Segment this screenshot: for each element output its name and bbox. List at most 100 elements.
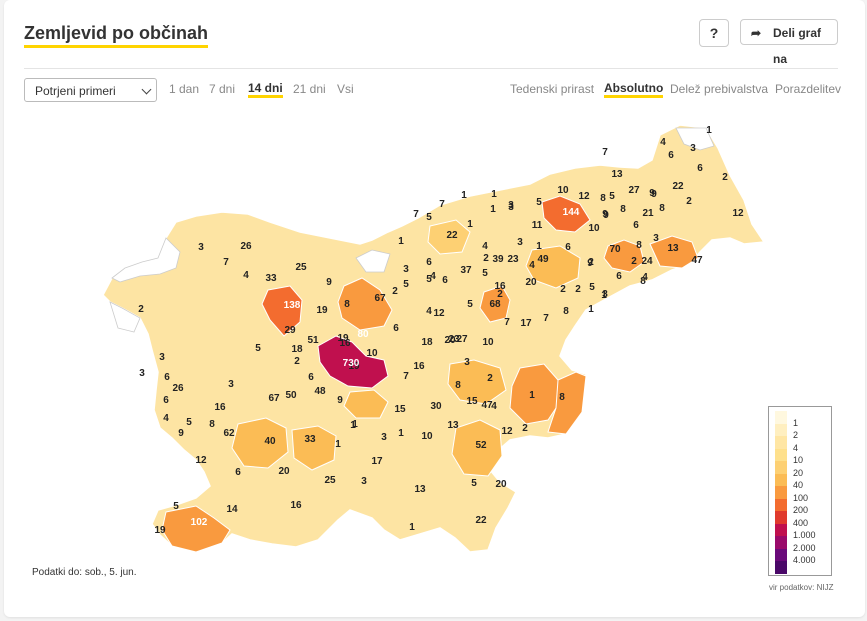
legend-label: 10 [793,455,804,465]
municipality-value-label: 26 [172,383,184,394]
municipality-value-label: 1 [601,290,607,301]
municipality-value-label: 39 [492,254,504,265]
municipality-value-label: 7 [223,257,229,268]
municipality-value-label: 23 [507,254,519,265]
municipality-map[interactable]: 1462638712229213527 91012 898 2114410965317… [0,0,867,621]
municipality-value-label: 8 [344,299,350,310]
municipality-value-label: 7 [403,371,409,382]
municipality-value-label: 47 [691,255,703,266]
municipality-value-label: 25 [295,262,307,273]
municipality-value-label: 7 [543,313,549,324]
municipality-value-label: 5 [482,268,488,279]
municipality-value-label: 30 [430,401,442,412]
municipality-value-label: 1 [536,241,542,252]
municipality-value-label: 5 [609,191,615,202]
municipality-value-label: 13 [414,484,426,495]
municipality-value-label: 10 [588,223,600,234]
municipality-value-label: 5 [173,501,179,512]
municipality-value-label: 6 [164,372,170,383]
municipality-value-label: 2 [487,373,493,384]
municipality-value-label: 10 [421,431,433,442]
municipality-value-label: 25 [324,475,336,486]
municipality-value-label: 19 [154,525,166,536]
municipality-value-label: 49 [537,254,549,265]
municipality-value-label: 22 [672,181,684,192]
municipality-value-label: 9 [337,395,343,406]
municipality-value-label: 27 [628,185,640,196]
municipality-value-label: 4 [163,413,169,424]
municipality-value-label: 33 [265,273,277,284]
legend-swatch [775,423,787,436]
municipality-value-label: 8 [636,240,642,251]
municipality-value-label: 20 [495,479,507,490]
municipality-value-label: 3 [403,264,409,275]
municipality-value-label: 15 [466,396,478,407]
municipality-value-label: 8 [209,419,215,430]
municipality-value-label: 9 [602,209,608,220]
municipality-value-label: 3 [198,242,204,253]
municipality-value-label: 4 [430,271,436,282]
municipality-value-label: 3 [139,368,145,379]
municipality-value-label: 8 [563,306,569,317]
legend-swatch [775,486,787,499]
legend-label: 2 [793,430,799,440]
municipality-value-label: 12 [732,208,744,219]
legend-swatch [775,436,787,449]
municipality-value-label: 13 [611,169,623,180]
legend-swatch [775,461,787,474]
municipality-value-label: 1 [467,219,473,230]
municipality-value-label: 3 [361,476,367,487]
municipality-value-label: 2 [294,356,300,367]
municipality-value-label: 52 [475,440,487,451]
municipality-value-label: 2 [686,196,692,207]
data-source: vir podatkov: NIJZ [769,583,834,592]
municipality-value-label: 16 [339,338,351,349]
municipality-value-label: 27 [456,334,468,345]
municipality-value-label: 7 [504,317,510,328]
municipality-value-label: 6 [668,150,674,161]
municipality-value-label: 1 [409,522,415,533]
municipality-value-label: 22 [446,230,458,241]
municipality-value-label: 18 [421,337,433,348]
municipality-value-label: 3 [653,233,659,244]
municipality-value-label: 8 [640,276,646,287]
municipality-value-label: 1 [529,390,535,401]
municipality-value-label: 1 [398,428,404,439]
municipality-value-label: 5 [186,417,192,428]
legend-label: 1.000 [793,530,816,540]
municipality-value-label: 144 [563,207,580,218]
legend-swatch [775,498,787,511]
legend-label: 4 [793,442,799,453]
municipality-value-label: 1 [491,189,497,200]
municipality-value-label: 6 [633,220,639,231]
municipality-value-label: 3 [159,352,165,363]
municipality-value-label: 11 [532,220,543,231]
municipality-value-label: 21 [642,208,654,219]
legend-swatch [775,411,787,424]
municipality-value-label: 5 [403,279,409,290]
legend-label: 40 [793,480,804,490]
municipality-value-label: 24 [641,256,653,267]
municipality-value-label: 10 [482,337,494,348]
municipality-value-label: 12 [433,308,445,319]
municipality-value-label: 67 [374,293,386,304]
slovenia-outline [102,124,766,553]
legend-swatch [775,561,787,574]
municipality-value-label: 10 [366,348,378,359]
municipality-value-label: 6 [426,257,432,268]
legend-swatch [775,548,787,561]
municipality-value-label: 4 [243,270,249,281]
municipality-value-label: 1 [335,439,341,450]
municipality-value-label: 40 [264,436,276,447]
municipality-value-label: 7 [602,147,608,158]
municipality-value-label: 14 [226,504,238,515]
municipality-value-label: 7 [439,199,445,210]
municipality-value-label: 1 [461,190,467,201]
municipality-value-label: 6 [442,275,448,286]
municipality-value-label: 12 [195,455,207,466]
municipality-value-label: 4 [529,260,535,271]
municipality-value-label: 6 [235,467,241,478]
municipality-value-label: 20 [525,277,537,288]
municipality-value-label: 2 [631,256,637,267]
municipality-value-label: 16 [413,361,425,372]
